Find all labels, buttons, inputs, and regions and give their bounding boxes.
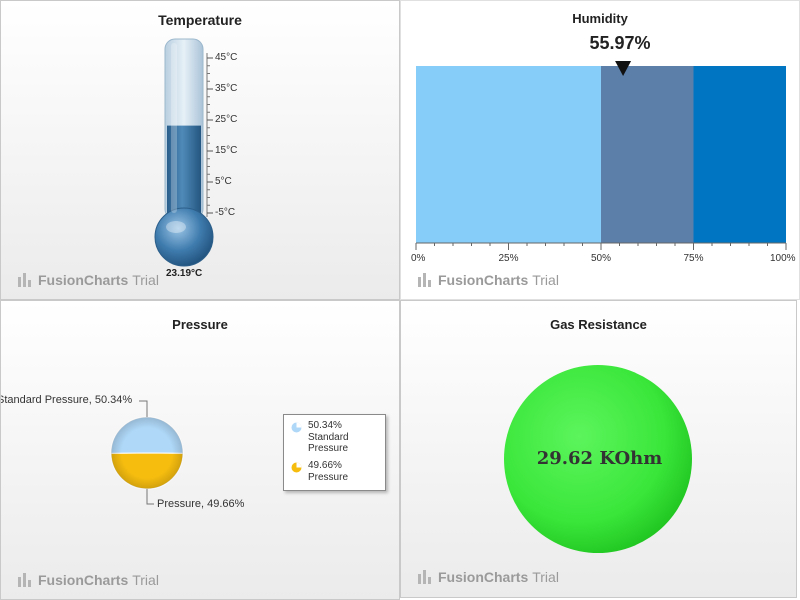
humidity-panel: Humidity 55.97% 0% 25% 50% 75% 100% FusionCh… [400, 0, 800, 300]
temperature-panel: Temperature 45°C 35°C 25°C 15°C 5°C -5°C… [0, 0, 400, 300]
gas-resistance-panel: Gas Resistance 29.62 KOhm FusionCharts T… [400, 300, 797, 598]
humidity-tick-label: 75% [683, 253, 704, 264]
fusioncharts-logo-icon [18, 573, 31, 587]
humidity-tick-label: 0% [411, 253, 426, 264]
humidity-band-2 [693, 66, 786, 243]
thermometer-tick-label: -5°C [215, 207, 236, 218]
humidity-band-1 [601, 66, 694, 243]
watermark-brand: FusionCharts [438, 272, 529, 288]
fusioncharts-logo-icon [418, 273, 431, 287]
pie-label-pressure: Pressure, 49.66% [157, 498, 245, 510]
humidity-tick-label: 25% [498, 253, 519, 264]
pie-label-standard-pressure: Standard Pressure, 50.34% [0, 394, 133, 406]
fusioncharts-logo-icon [18, 273, 31, 287]
thermometer [154, 38, 214, 267]
pie-connector-pressure [146, 489, 154, 505]
temperature-value-label: 23.19°C [166, 268, 203, 279]
watermark: FusionCharts Trial [418, 272, 559, 288]
thermometer-bulb [154, 207, 214, 267]
pressure-legend[interactable]: 50.34% Standard Pressure 49.66% Pressure [283, 414, 386, 491]
watermark-brand: FusionCharts [38, 572, 129, 588]
watermark-suffix: Trial [532, 569, 559, 585]
thermometer-tick-label: 5°C [215, 176, 232, 187]
thermometer-tick-label: 15°C [215, 145, 238, 156]
watermark: FusionCharts Trial [418, 569, 559, 585]
legend-item-pressure[interactable]: 49.66% Pressure [291, 460, 348, 483]
watermark: FusionCharts Trial [18, 572, 159, 588]
legend-pie-icon [291, 462, 302, 473]
watermark-brand: FusionCharts [38, 272, 129, 288]
thermometer-tick-label: 35°C [215, 83, 238, 94]
pressure-panel: Pressure Standard Pressure, 50.34% Press… [0, 300, 400, 600]
watermark-suffix: Trial [132, 572, 159, 588]
pie-connector-standard [139, 400, 148, 417]
watermark-suffix: Trial [532, 272, 559, 288]
legend-item-label: 49.66% Pressure [308, 460, 349, 483]
gas-resistance-value: 29.62 KOhm [536, 448, 663, 469]
humidity-tick-label: 100% [770, 253, 796, 264]
humidity-band-0 [416, 66, 601, 243]
thermometer-tick-label: 25°C [215, 114, 238, 125]
fusioncharts-logo-icon [418, 570, 431, 584]
legend-item-label: 50.34% Standard Pressure [308, 420, 349, 454]
watermark: FusionCharts Trial [18, 272, 159, 288]
legend-pie-icon [291, 422, 302, 433]
thermometer-tick-label: 45°C [215, 52, 238, 63]
legend-item-standard-pressure[interactable]: 50.34% Standard Pressure [291, 420, 349, 455]
watermark-brand: FusionCharts [438, 569, 529, 585]
watermark-suffix: Trial [132, 272, 159, 288]
humidity-tick-label: 50% [591, 253, 612, 264]
